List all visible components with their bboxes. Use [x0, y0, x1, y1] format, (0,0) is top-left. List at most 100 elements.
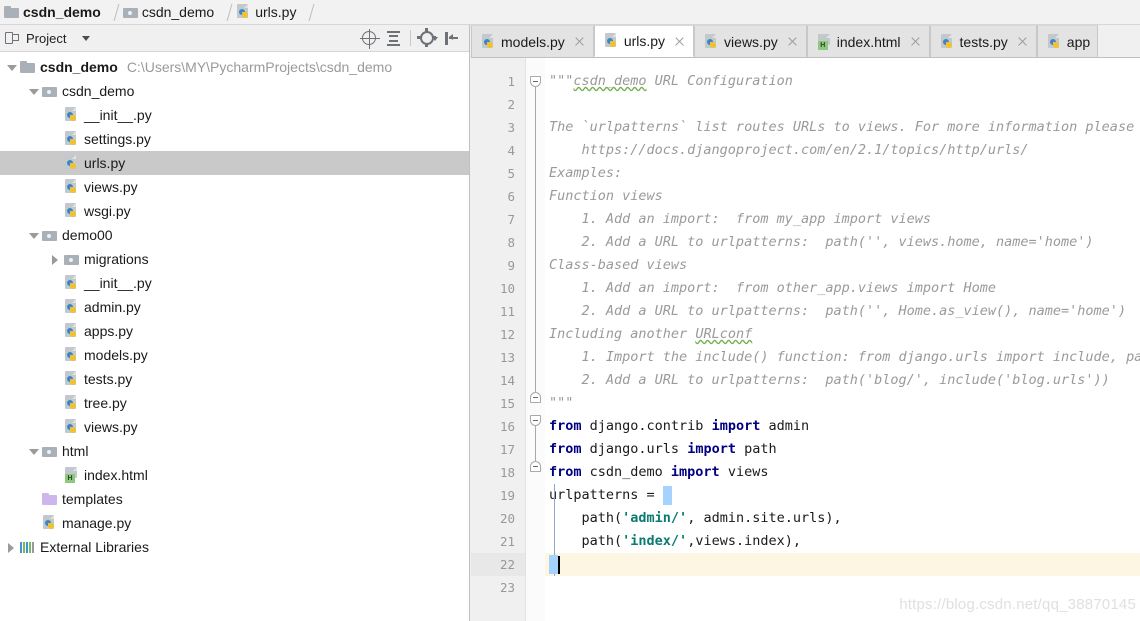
code-line[interactable]: 19 urlpatterns = [ — [471, 484, 1140, 507]
code-line[interactable]: 4 https://docs.djangoproject.com/en/2.1/… — [471, 139, 1140, 162]
code-line[interactable]: 8 2. Add a URL to urlpatterns: path('', … — [471, 231, 1140, 254]
close-icon[interactable] — [1016, 35, 1029, 48]
code-token: csdn_demo — [573, 73, 647, 89]
editor-tab-tests-py[interactable]: tests.py — [929, 25, 1037, 57]
close-icon[interactable] — [573, 35, 586, 48]
twisty-right-icon[interactable] — [46, 247, 64, 271]
fold-range-line-imports — [535, 426, 536, 461]
code-line-background — [545, 553, 1140, 576]
close-icon[interactable] — [786, 35, 799, 48]
tree-item-views-py[interactable]: views.py — [0, 175, 469, 199]
code-line[interactable]: 16 from django.contrib import admin — [471, 415, 1140, 438]
python-file-icon — [604, 33, 619, 49]
tree-item--init-py[interactable]: __init__.py — [0, 103, 469, 127]
project-panel-title: Project — [26, 30, 67, 46]
breadcrumb-item-csdn-demo[interactable]: csdn_demo — [4, 0, 101, 24]
code-lines[interactable]: 1 """csdn_demo URL Configuration 2 3 The `ur… — [471, 70, 1140, 599]
tree-item-csdn-demo[interactable]: csdn_demo C:\Users\MY\PycharmProjects\csd… — [0, 55, 469, 79]
code-token: path — [735, 441, 777, 457]
tree-item-wsgi-py[interactable]: wsgi.py — [0, 199, 469, 223]
code-text: from django.urls import path — [549, 438, 777, 461]
code-line[interactable]: 3 The `urlpatterns` list routes URLs to v… — [471, 116, 1140, 139]
twisty-right-icon[interactable] — [2, 535, 20, 559]
editor-tab-index-html[interactable]: Hindex.html — [806, 25, 930, 57]
code-line[interactable]: 15 """ — [471, 392, 1140, 415]
tree-item-admin-py[interactable]: admin.py — [0, 295, 469, 319]
code-line[interactable]: 20 path('admin/', admin.site.urls), — [471, 507, 1140, 530]
breadcrumb-item-csdn-demo[interactable]: csdn_demo — [122, 0, 214, 24]
tree-item--init-py[interactable]: __init__.py — [0, 271, 469, 295]
code-token: from — [549, 464, 582, 480]
code-line[interactable]: 5 Examples: — [471, 162, 1140, 185]
chevron-down-icon[interactable] — [82, 35, 91, 41]
editor-tab-views-py[interactable]: views.py — [694, 25, 807, 57]
code-token: Class-based views — [549, 257, 688, 273]
fold-marker-imports-start[interactable] — [530, 415, 541, 426]
tree-item-templates[interactable]: templates — [0, 487, 469, 511]
hide-panel-icon[interactable] — [441, 27, 463, 49]
code-line[interactable]: 22] — [471, 553, 1140, 576]
code-line[interactable]: 1 """csdn_demo URL Configuration — [471, 70, 1140, 93]
folder-source-icon — [42, 445, 57, 458]
fold-marker-docstring-start[interactable] — [530, 76, 541, 87]
tree-item-label: csdn_demo — [40, 59, 118, 75]
line-number: 18 — [499, 465, 515, 480]
twisty-down-icon[interactable] — [2, 55, 20, 79]
code-token: path( — [549, 533, 623, 549]
editor-tab-models-py[interactable]: models.py — [471, 25, 594, 57]
tree-item-tests-py[interactable]: tests.py — [0, 367, 469, 391]
tree-item-migrations[interactable]: migrations — [0, 247, 469, 271]
editor-tabbar: models.py urls.py views.py Hindex.html tests… — [471, 25, 1140, 58]
tree-item-models-py[interactable]: models.py — [0, 343, 469, 367]
code-line[interactable]: 21 path('index/',views.index), — [471, 530, 1140, 553]
code-line[interactable]: 17 from django.urls import path — [471, 438, 1140, 461]
close-icon[interactable] — [673, 35, 686, 48]
code-line[interactable]: 23 — [471, 576, 1140, 599]
code-line[interactable]: 14 2. Add a URL to urlpatterns: path('bl… — [471, 369, 1140, 392]
collapse-all-icon[interactable] — [382, 27, 404, 49]
editor-tab-app[interactable]: app — [1036, 25, 1099, 57]
code-text: from django.contrib import admin — [549, 415, 809, 438]
tree-item-views-py[interactable]: views.py — [0, 415, 469, 439]
line-number: 16 — [499, 419, 515, 434]
tree-item-manage-py[interactable]: manage.py — [0, 511, 469, 535]
close-icon[interactable] — [909, 35, 922, 48]
tree-item-settings-py[interactable]: settings.py — [0, 127, 469, 151]
fold-marker-docstring-end[interactable] — [530, 392, 541, 403]
tree-item-html[interactable]: html — [0, 439, 469, 463]
tree-item-csdn-demo[interactable]: csdn_demo — [0, 79, 469, 103]
code-line[interactable]: 13 1. Import the include() function: fro… — [471, 346, 1140, 369]
line-number: 14 — [499, 373, 515, 388]
code-line[interactable]: 18 from csdn_demo import views — [471, 461, 1140, 484]
code-line[interactable]: 12 Including another URLconf — [471, 323, 1140, 346]
tree-item-external-libraries[interactable]: External Libraries — [0, 535, 469, 559]
external-libraries-icon — [20, 541, 35, 554]
editor-tab-urls-py[interactable]: urls.py — [593, 25, 695, 57]
fold-marker-imports-end[interactable] — [530, 461, 541, 472]
code-line[interactable]: 11 2. Add a URL to urlpatterns: path('',… — [471, 300, 1140, 323]
tree-item-demo00[interactable]: demo00 — [0, 223, 469, 247]
locate-icon[interactable] — [358, 27, 380, 49]
code-text: Examples: — [549, 162, 622, 185]
code-line[interactable]: 9 Class-based views — [471, 254, 1140, 277]
twisty-down-icon[interactable] — [24, 223, 42, 247]
tree-item-label: External Libraries — [40, 539, 149, 555]
tree-item-label: apps.py — [84, 323, 134, 339]
tree-item-index-html[interactable]: Hindex.html — [0, 463, 469, 487]
code-line[interactable]: 6 Function views — [471, 185, 1140, 208]
code-line[interactable]: 7 1. Add an import: from my_app import v… — [471, 208, 1140, 231]
code-line[interactable]: 2 — [471, 93, 1140, 116]
twisty-down-icon[interactable] — [24, 79, 42, 103]
tree-item-tree-py[interactable]: tree.py — [0, 391, 469, 415]
line-number: 20 — [499, 511, 515, 526]
breadcrumb-item-urls-py[interactable]: urls.py — [236, 0, 296, 24]
twisty-down-icon[interactable] — [24, 439, 42, 463]
code-token: ,views.index), — [687, 533, 801, 549]
editor-body[interactable]: 1 """csdn_demo URL Configuration 2 3 The `ur… — [471, 58, 1140, 621]
tree-item-label: html — [62, 443, 89, 459]
tree-item-urls-py[interactable]: urls.py — [0, 151, 469, 175]
code-line[interactable]: 10 1. Add an import: from other_app.view… — [471, 277, 1140, 300]
settings-gear-icon[interactable] — [417, 27, 439, 49]
tree-item-apps-py[interactable]: apps.py — [0, 319, 469, 343]
